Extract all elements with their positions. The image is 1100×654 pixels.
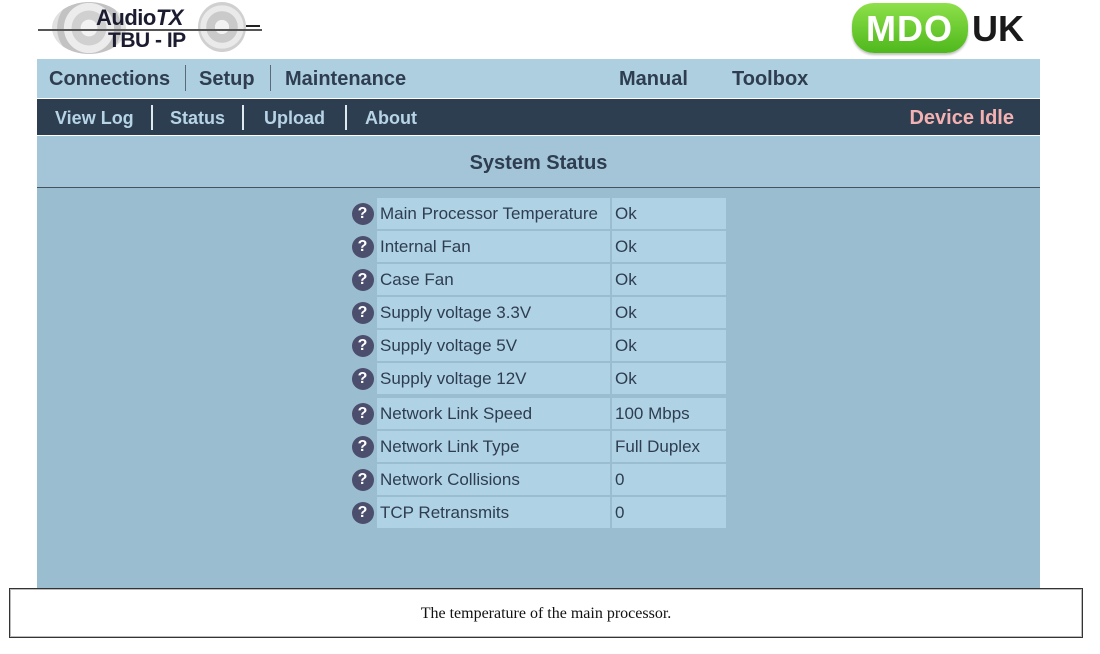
status-label: Supply voltage 5V — [377, 330, 610, 361]
subnav-status[interactable]: Status — [170, 108, 225, 129]
logo-suffix: UK — [972, 8, 1024, 49]
help-icon[interactable]: ? — [351, 268, 374, 291]
help-icon[interactable]: ? — [351, 402, 374, 425]
nav-maintenance[interactable]: Maintenance — [285, 68, 406, 91]
logo-line1: AudioTX — [96, 5, 183, 30]
status-value: Ok — [612, 231, 726, 262]
status-table: ? Main Processor Temperature Ok ? Intern… — [348, 196, 728, 530]
nav-manual[interactable]: Manual — [619, 68, 688, 91]
help-icon[interactable]: ? — [351, 202, 374, 225]
status-label: Supply voltage 12V — [377, 363, 610, 394]
subnav-about[interactable]: About — [365, 108, 417, 129]
subnav-upload[interactable]: Upload — [264, 108, 325, 129]
main-nav: Connections Setup Maintenance Manual Too… — [37, 59, 1040, 98]
status-value: 0 — [612, 497, 726, 528]
subnav-separator — [151, 105, 153, 130]
status-label: Network Collisions — [377, 464, 610, 495]
status-value: 0 — [612, 464, 726, 495]
subnav-separator — [242, 105, 244, 130]
status-value: Ok — [612, 363, 726, 394]
help-icon[interactable]: ? — [351, 235, 374, 258]
subnav-separator — [345, 105, 347, 130]
table-row: ? Main Processor Temperature Ok — [350, 198, 726, 229]
status-value: Ok — [612, 297, 726, 328]
nav-connections[interactable]: Connections — [49, 68, 170, 91]
help-icon[interactable]: ? — [351, 334, 374, 357]
logo-line2: TBU - IP — [108, 29, 186, 52]
status-value: Ok — [612, 330, 726, 361]
sub-nav: View Log Status Upload About Device Idle — [37, 99, 1040, 135]
help-description-box: The temperature of the main processor. — [9, 588, 1083, 638]
table-row: ? Supply voltage 12V Ok — [350, 363, 726, 394]
nav-separator — [185, 65, 186, 91]
table-row: ? TCP Retransmits 0 — [350, 497, 726, 528]
table-row: ? Network Link Type Full Duplex — [350, 431, 726, 462]
status-value: Full Duplex — [612, 431, 726, 462]
status-label: TCP Retransmits — [377, 497, 610, 528]
status-label: Main Processor Temperature — [377, 198, 610, 229]
status-label: Network Link Speed — [377, 398, 610, 429]
status-label: Supply voltage 3.3V — [377, 297, 610, 328]
logo-dash — [246, 25, 260, 27]
help-icon[interactable]: ? — [351, 301, 374, 324]
status-value: Ok — [612, 198, 726, 229]
help-icon[interactable]: ? — [351, 501, 374, 524]
content-panel: System Status ? Main Processor Temperatu… — [37, 136, 1040, 588]
nav-setup[interactable]: Setup — [199, 68, 255, 91]
help-icon[interactable]: ? — [351, 367, 374, 390]
page-title: System Status — [469, 152, 608, 174]
status-label: Network Link Type — [377, 431, 610, 462]
table-row: ? Supply voltage 3.3V Ok — [350, 297, 726, 328]
help-icon[interactable]: ? — [351, 468, 374, 491]
logo-brand: MDO — [866, 8, 953, 49]
device-state: Device Idle — [909, 107, 1014, 129]
gear-graphic-small — [198, 2, 246, 52]
mdouk-logo: MDO UK — [852, 3, 1032, 55]
title-bar: System Status — [37, 136, 1040, 188]
table-row: ? Supply voltage 5V Ok — [350, 330, 726, 361]
subnav-view-log[interactable]: View Log — [55, 108, 134, 129]
nav-toolbox[interactable]: Toolbox — [732, 68, 808, 91]
audiotx-logo: AudioTX TBU - IP — [38, 0, 262, 58]
table-row: ? Network Link Speed 100 Mbps — [350, 398, 726, 429]
table-row: ? Network Collisions 0 — [350, 464, 726, 495]
table-row: ? Internal Fan Ok — [350, 231, 726, 262]
status-label: Case Fan — [377, 264, 610, 295]
table-row: ? Case Fan Ok — [350, 264, 726, 295]
help-description-text: The temperature of the main processor. — [420, 605, 672, 622]
help-icon[interactable]: ? — [351, 435, 374, 458]
nav-separator — [270, 65, 271, 91]
status-value: 100 Mbps — [612, 398, 726, 429]
status-label: Internal Fan — [377, 231, 610, 262]
status-value: Ok — [612, 264, 726, 295]
